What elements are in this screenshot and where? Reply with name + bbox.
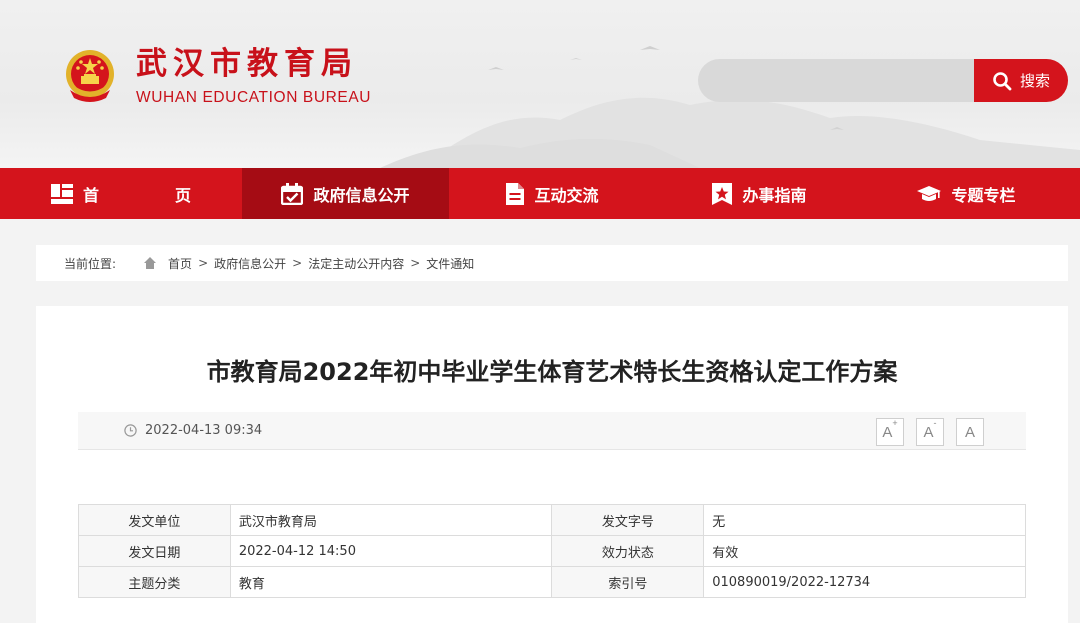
article-container: 市教育局2022年初中毕业学生体育艺术特长生资格认定工作方案 2022-04-1… xyxy=(36,306,1068,623)
font-decrease-label: A- xyxy=(923,418,937,441)
table-row: 发文单位 武汉市教育局 发文字号 无 xyxy=(78,504,1026,536)
breadcrumb-link-home[interactable]: 首页 xyxy=(168,255,192,272)
table-value: 010890019/2022-12734 xyxy=(703,566,1026,598)
search-button[interactable]: 搜索 xyxy=(974,59,1068,102)
table-key: 效力状态 xyxy=(551,535,705,567)
nav-item-label: 办事指南 xyxy=(742,185,807,205)
grid-icon xyxy=(50,183,73,204)
table-value: 武汉市教育局 xyxy=(229,504,553,536)
table-key: 发文单位 xyxy=(78,504,231,536)
national-emblem-logo[interactable] xyxy=(60,46,120,106)
table-row: 主题分类 教育 索引号 010890019/2022-12734 xyxy=(78,566,1026,598)
table-key: 发文日期 xyxy=(78,535,231,567)
table-value: 2022-04-12 14:50 xyxy=(229,535,553,567)
breadcrumb-link-statutory[interactable]: 法定主动公开内容 xyxy=(308,255,404,272)
breadcrumb-separator: > xyxy=(410,256,421,270)
font-decrease-button[interactable]: A- xyxy=(916,418,944,446)
site-header: 武汉市教育局 WUHAN EDUCATION BUREAU 搜索 xyxy=(0,0,1080,168)
table-key: 主题分类 xyxy=(78,566,231,598)
calendar-check-icon xyxy=(281,182,304,205)
home-icon xyxy=(144,257,157,269)
table-row: 发文日期 2022-04-12 14:50 效力状态 有效 xyxy=(78,535,1026,567)
document-info-table: 发文单位 武汉市教育局 发文字号 无 发文日期 2022-04-12 14:50… xyxy=(78,504,1026,598)
graduation-cap-icon xyxy=(917,185,942,201)
font-increase-button[interactable]: A+ xyxy=(876,418,904,446)
clock-icon xyxy=(124,424,137,437)
nav-item-special[interactable]: 专题专栏 xyxy=(863,168,1070,219)
search-box: 搜索 xyxy=(698,59,1068,102)
nav-item-label: 专题专栏 xyxy=(951,185,1016,205)
article-date: 2022-04-13 09:34 xyxy=(124,423,262,438)
main-nav: 首 页 政府信息公开 互动交流 办事指南 专题专栏 xyxy=(0,168,1080,219)
article-date-text: 2022-04-13 09:34 xyxy=(145,423,263,438)
document-icon xyxy=(506,182,525,205)
table-key: 索引号 xyxy=(551,566,705,598)
breadcrumb-prefix: 当前位置: xyxy=(64,256,117,271)
breadcrumb-separator: > xyxy=(292,256,303,270)
brand-title-cn[interactable]: 武汉市教育局 xyxy=(136,44,358,84)
brand-title-en[interactable]: WUHAN EDUCATION BUREAU xyxy=(136,88,371,108)
breadcrumb-link-gov-info[interactable]: 政府信息公开 xyxy=(214,255,286,272)
nav-item-interaction[interactable]: 互动交流 xyxy=(449,168,656,219)
table-value: 有效 xyxy=(703,535,1026,567)
font-reset-label: A xyxy=(964,423,975,441)
breadcrumb-separator: > xyxy=(198,256,209,270)
star-badge-icon xyxy=(712,182,733,205)
table-key: 发文字号 xyxy=(551,504,705,536)
table-value: 无 xyxy=(703,504,1026,536)
article-meta-bar: 2022-04-13 09:34 A+ A- A xyxy=(78,412,1026,450)
breadcrumb: 当前位置: 首页 > 政府信息公开 > 法定主动公开内容 > 文件通知 xyxy=(36,245,1068,281)
nav-item-gov-info[interactable]: 政府信息公开 xyxy=(242,168,449,219)
search-icon xyxy=(993,71,1012,90)
nav-item-guide[interactable]: 办事指南 xyxy=(656,168,863,219)
nav-item-label: 互动交流 xyxy=(534,185,599,205)
font-increase-label: A+ xyxy=(882,418,898,441)
font-size-controls: A+ A- A xyxy=(876,418,984,446)
nav-item-label: 政府信息公开 xyxy=(313,185,410,205)
search-button-label: 搜索 xyxy=(1019,72,1050,90)
nav-item-home[interactable]: 首 页 xyxy=(0,168,242,219)
breadcrumb-link-notices[interactable]: 文件通知 xyxy=(426,255,474,272)
search-input[interactable] xyxy=(698,59,988,102)
nav-item-label: 首 页 xyxy=(82,185,221,205)
table-value: 教育 xyxy=(229,566,553,598)
font-reset-button[interactable]: A xyxy=(956,418,984,446)
article-title: 市教育局2022年初中毕业学生体育艺术特长生资格认定工作方案 xyxy=(206,358,898,386)
